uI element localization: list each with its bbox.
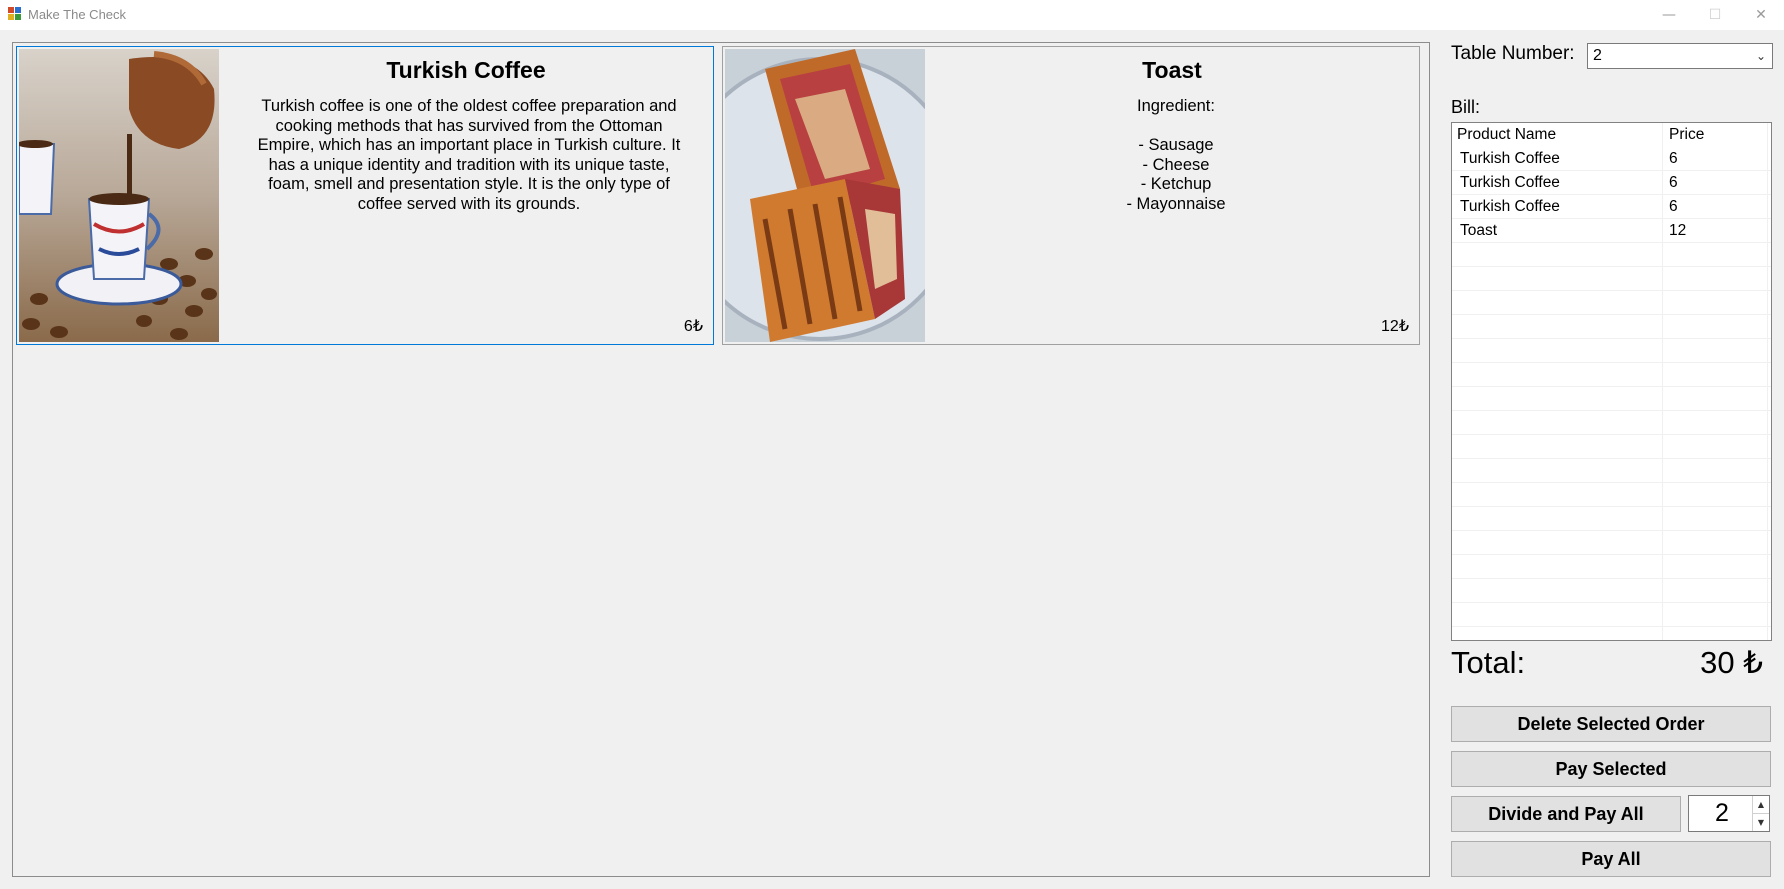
minimize-button[interactable]: — (1646, 0, 1692, 30)
column-header-product[interactable]: Product Name (1452, 123, 1663, 147)
empty-row (1452, 363, 1771, 387)
empty-row (1452, 387, 1771, 411)
bill-label: Bill: (1451, 97, 1481, 117)
table-number-value: 2 (1593, 47, 1602, 64)
empty-row (1452, 339, 1771, 363)
table-number-label: Table Number: (1451, 43, 1575, 64)
title-bar: Make The Check — ☐ ✕ (0, 0, 1784, 30)
divide-and-pay-all-button[interactable]: Divide and Pay All (1451, 796, 1681, 832)
maximize-button[interactable]: ☐ (1692, 0, 1738, 30)
pay-all-button[interactable]: Pay All (1451, 841, 1771, 877)
window-title: Make The Check (28, 7, 127, 22)
empty-row (1452, 627, 1771, 640)
delete-selected-order-button[interactable]: Delete Selected Order (1451, 706, 1771, 742)
table-number-select[interactable]: 2 ⌄ (1587, 43, 1773, 69)
stepper-spin: ▲ ▼ (1752, 796, 1769, 831)
menu-item-turkish-coffee[interactable]: Turkish Coffee Turkish coffee is one of … (16, 46, 714, 345)
table-row[interactable]: Toast 12 (1452, 219, 1771, 243)
item-title: Turkish Coffee (386, 57, 546, 83)
cell-price: 6 (1663, 147, 1768, 170)
table-row[interactable]: Turkish Coffee 6 (1452, 147, 1771, 171)
cell-product-name: Turkish Coffee (1452, 171, 1663, 194)
cell-product-name: Turkish Coffee (1452, 147, 1663, 170)
total-label: Total: (1451, 645, 1526, 680)
empty-row (1452, 411, 1771, 435)
divide-count-value: 2 (1715, 799, 1729, 827)
empty-row (1452, 435, 1771, 459)
cell-price: 12 (1663, 219, 1768, 242)
column-header-price[interactable]: Price (1663, 123, 1768, 147)
empty-row (1452, 579, 1771, 603)
menu-item-toast[interactable]: Toast Ingredient: - Sausage - Cheese - K… (722, 46, 1420, 345)
pay-selected-button[interactable]: Pay Selected (1451, 751, 1771, 787)
empty-row (1452, 507, 1771, 531)
app-icon (8, 7, 22, 21)
table-row[interactable]: Turkish Coffee 6 (1452, 195, 1771, 219)
stepper-down-icon[interactable]: ▼ (1753, 814, 1769, 831)
item-price: 12₺ (1381, 318, 1409, 335)
bill-table-header: Product Name Price (1452, 123, 1771, 147)
item-price: 6₺ (683, 318, 703, 335)
empty-row (1452, 267, 1771, 291)
chevron-down-icon: ⌄ (1755, 49, 1766, 63)
total-value: 30 ₺ (1700, 645, 1763, 680)
bill-table[interactable]: Product Name Price Turkish Coffee 6 Turk… (1451, 122, 1772, 641)
empty-row (1452, 603, 1771, 627)
cell-price: 6 (1663, 195, 1768, 218)
cell-product-name: Turkish Coffee (1452, 195, 1663, 218)
divide-count-stepper[interactable]: 2 ▲ ▼ (1688, 795, 1770, 832)
item-title: Toast (1142, 57, 1202, 83)
empty-row (1452, 555, 1771, 579)
empty-row (1452, 483, 1771, 507)
item-description: Turkish coffee is one of the oldest coff… (257, 97, 681, 213)
empty-row (1452, 243, 1771, 267)
cell-product-name: Toast (1452, 219, 1663, 242)
turkish-coffee-photo (19, 49, 219, 342)
empty-row (1452, 459, 1771, 483)
empty-row (1452, 291, 1771, 315)
stepper-up-icon[interactable]: ▲ (1753, 796, 1769, 814)
table-row[interactable]: Turkish Coffee 6 (1452, 171, 1771, 195)
empty-row (1452, 315, 1771, 339)
empty-row (1452, 531, 1771, 555)
toast-photo (725, 49, 925, 342)
close-button[interactable]: ✕ (1738, 0, 1784, 30)
item-description: Ingredient: - Sausage - Cheese - Ketchup… (1126, 97, 1226, 213)
cell-price: 6 (1663, 171, 1768, 194)
